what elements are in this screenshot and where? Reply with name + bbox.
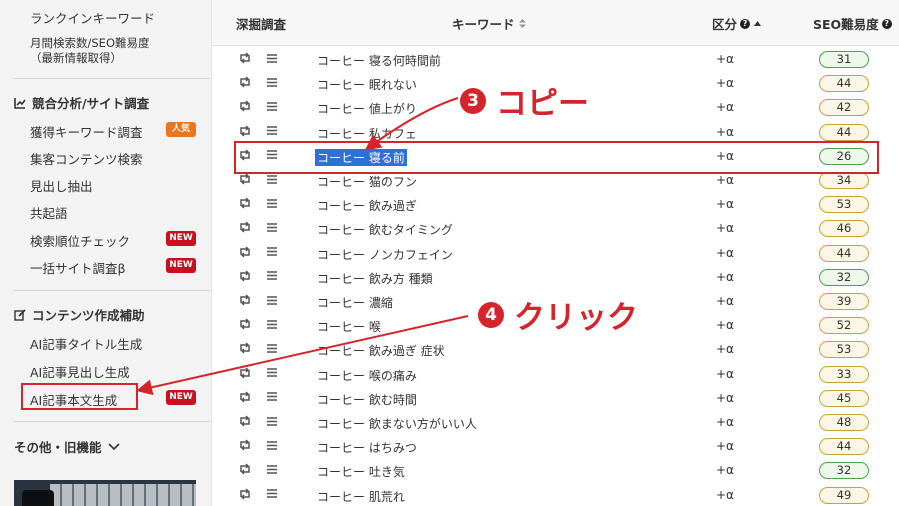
arrow-to-ai-body <box>136 315 469 396</box>
arrow-to-keyword <box>364 97 459 151</box>
annotation-arrows <box>136 97 469 396</box>
